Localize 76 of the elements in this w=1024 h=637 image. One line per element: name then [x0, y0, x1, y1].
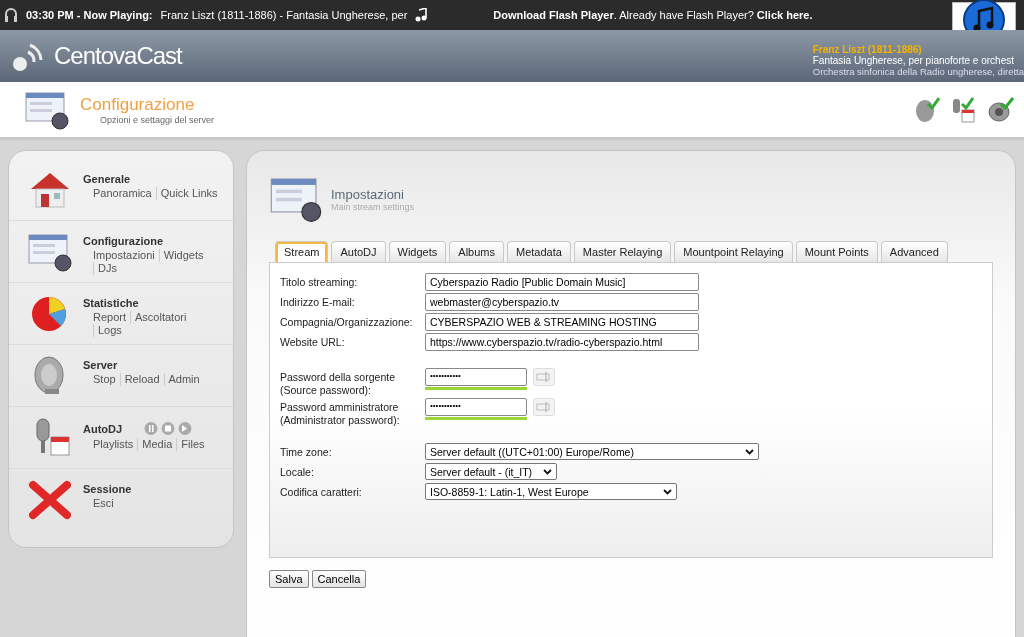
tab[interactable]: AutoDJ: [331, 241, 386, 262]
form-button[interactable]: Cancella: [311, 570, 367, 588]
dropdown-field[interactable]: Server default - (it_IT): [425, 463, 557, 480]
speaker-check-icon[interactable]: [986, 95, 1014, 124]
text-cursor-icon: [536, 402, 552, 412]
sidebar-link[interactable]: Reload: [119, 373, 164, 386]
sidebar-link[interactable]: Playlists: [93, 438, 138, 451]
close-icon: [27, 479, 73, 521]
field-label: Time zone:: [280, 445, 333, 459]
track-artist: Franz Liszt (1811-1886): [812, 43, 923, 55]
music-note-icon: [415, 8, 428, 22]
chevron-down-icon: [745, 448, 754, 455]
page-subtitle: Opzioni e settaggi del server: [99, 114, 216, 125]
form-button[interactable]: Salva: [269, 570, 309, 588]
sidebar-section-title: Configurazione: [83, 235, 164, 247]
sidebar-link[interactable]: Quick Links: [155, 187, 222, 200]
password-field[interactable]: •••••••••••: [425, 398, 527, 416]
field-label: Compagnia/Organizzazione:: [280, 315, 414, 329]
brand-name: CentovaCast: [54, 42, 182, 70]
chevron-down-icon: [543, 468, 552, 475]
password-field[interactable]: •••••••••••: [425, 368, 527, 386]
sidebar-link[interactable]: Files: [176, 438, 209, 451]
text-field[interactable]: Cyberspazio Radio [Public Domain Music]: [425, 273, 699, 291]
sidebar-section-title: Generale: [83, 173, 131, 185]
flash-notice: Download Flash Player. Already have Flash Player? Click here.: [493, 9, 813, 21]
panel-title: Impostazioni: [331, 186, 405, 202]
tab[interactable]: Mount Points: [795, 241, 878, 262]
sidebar-link[interactable]: Esci: [93, 497, 118, 510]
headphones-icon: [4, 7, 18, 23]
sidebar-link[interactable]: Widgets: [158, 249, 208, 262]
sidebar-section-title: Sessione: [83, 483, 132, 495]
show-password-button[interactable]: [533, 398, 555, 416]
settings-window-icon: [27, 231, 73, 273]
sidebar-link[interactable]: Media: [137, 438, 177, 451]
sidebar-link[interactable]: Logs: [93, 324, 126, 337]
tab[interactable]: Advanced: [880, 241, 948, 262]
sidebar-link[interactable]: Stop: [93, 373, 120, 386]
now-playing-track: Franz Liszt (1811-1886) - Fantasia Ungherese, per: [160, 9, 408, 21]
sidebar-link[interactable]: Panoramica: [93, 187, 156, 200]
field-label: Titolo streaming:: [280, 275, 359, 289]
tab[interactable]: Metadata: [507, 241, 571, 262]
mic-calendar-check-icon[interactable]: [950, 95, 976, 124]
tab[interactable]: Stream: [275, 241, 329, 262]
sidebar-link[interactable]: Impostazioni: [93, 249, 159, 262]
sidebar-section-title: AutoDJ: [83, 422, 123, 435]
text-field[interactable]: CYBERSPAZIO WEB & STREAMING HOSTING: [425, 313, 699, 331]
tab[interactable]: Widgets: [388, 241, 447, 262]
field-label: Indirizzo E-mail:: [280, 295, 356, 309]
field-label: Password della sorgente (Source password):: [280, 370, 396, 397]
panel-subtitle: Main stream settings: [331, 201, 415, 212]
sidebar-link[interactable]: DJs: [93, 262, 121, 275]
page-title: Configurazione: [80, 94, 196, 115]
sidebar-link[interactable]: Admin: [163, 373, 204, 386]
dropdown-field[interactable]: Server default ((UTC+01:00) Europe/Rome): [425, 443, 759, 460]
now-playing-time: 03:30 PM - Now Playing:: [26, 9, 153, 21]
dropdown-field[interactable]: ISO-8859-1: Latin-1, West Europe: [425, 483, 677, 500]
sidebar-section-title: Statistiche: [83, 297, 139, 309]
sidebar-link[interactable]: Report: [93, 311, 131, 324]
tab[interactable]: Albums: [449, 241, 504, 262]
field-label: Website URL:: [280, 335, 346, 349]
text-field[interactable]: https://www.cyberspazio.tv/radio-cyberspazio.html: [425, 333, 699, 351]
tab[interactable]: Master Relaying: [573, 241, 672, 262]
field-label: Password amministratore (Administrator password):: [280, 400, 401, 427]
field-label: Codifica caratteri:: [280, 485, 363, 499]
dish-check-icon[interactable]: [914, 95, 940, 124]
chevron-down-icon: [663, 488, 672, 495]
track-performer: Orchestra sinfonica della Radio ungherese, diretta: [812, 65, 1024, 77]
field-label: Locale:: [280, 465, 315, 479]
track-title: Fantasia Ungherese, per pianoforte e orchest: [812, 54, 1015, 66]
text-field[interactable]: webmaster@cyberspazio.tv: [425, 293, 699, 311]
sidebar-link[interactable]: Ascoltatori: [130, 311, 191, 324]
player-widget[interactable]: [952, 2, 1016, 30]
text-cursor-icon: [536, 372, 552, 382]
tab[interactable]: Mountpoint Relaying: [674, 241, 793, 262]
show-password-button[interactable]: [533, 368, 555, 386]
sidebar-section-title: Server: [83, 359, 118, 371]
